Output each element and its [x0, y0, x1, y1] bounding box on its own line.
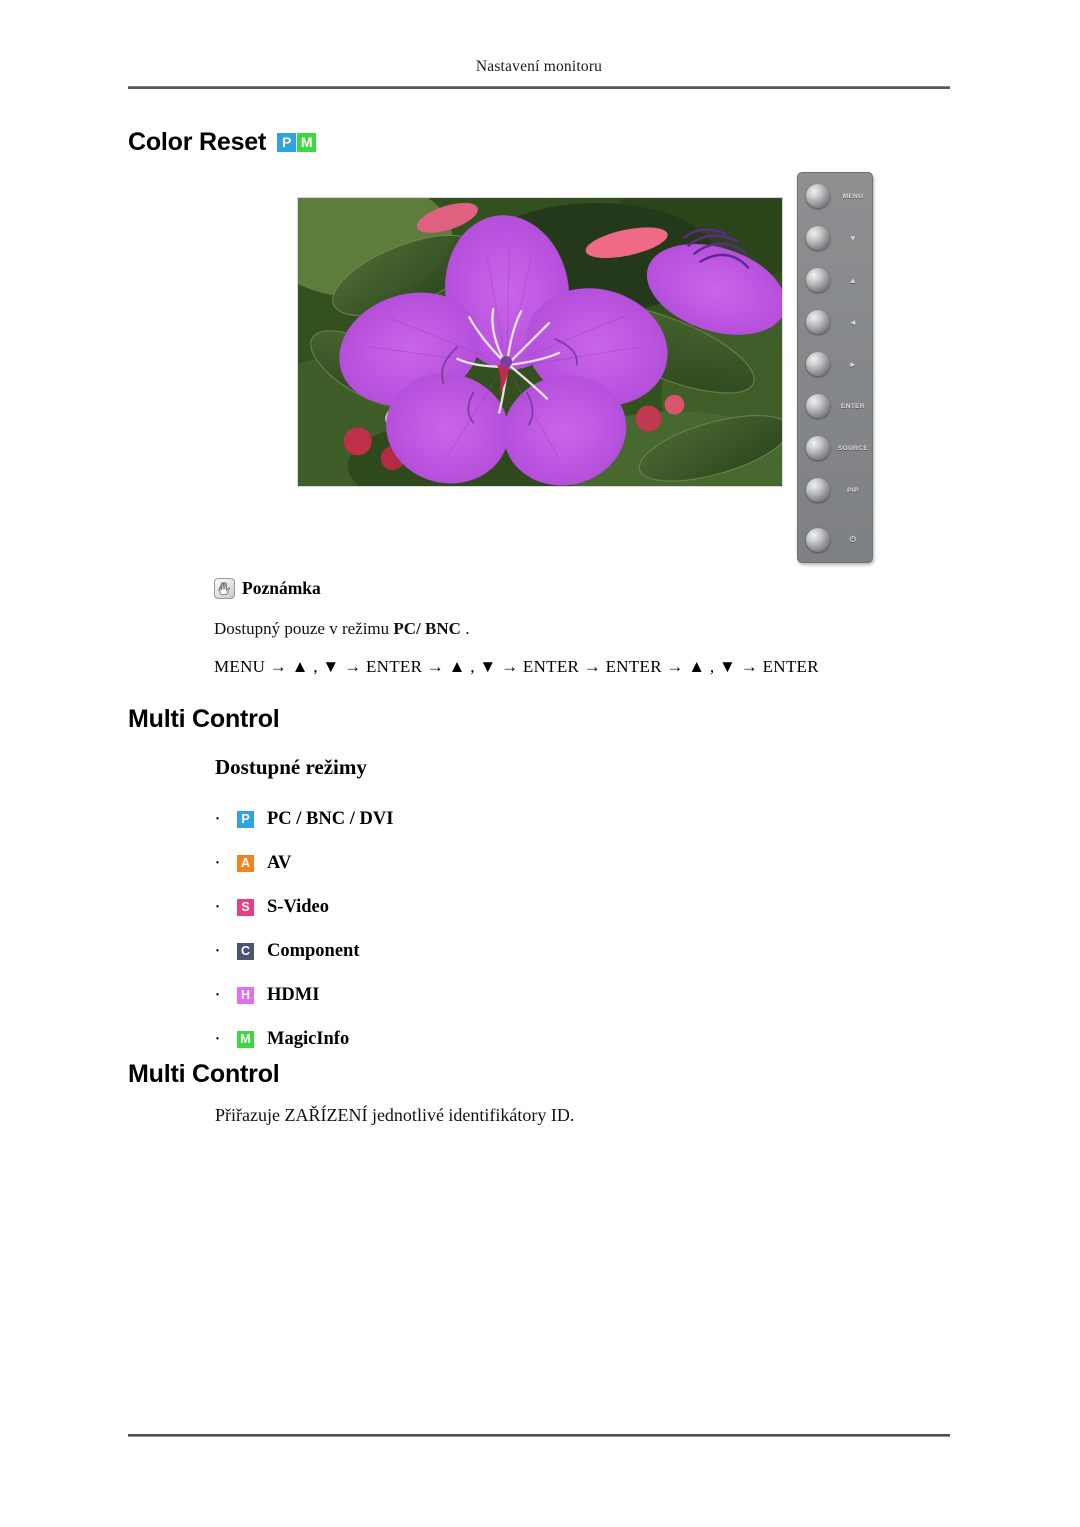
badge-av: A	[237, 854, 254, 872]
available-modes-list: · P PC / BNC / DVI · A AV · S S-Video · …	[215, 797, 393, 1061]
mode-magicinfo: · M MagicInfo	[215, 1017, 393, 1061]
panel-knob-source	[806, 436, 830, 460]
mode-label: Component	[267, 940, 360, 961]
mode-badge-wrap: M	[237, 1029, 265, 1050]
list-bullet: ·	[215, 942, 221, 959]
mode-av: · A AV	[215, 841, 393, 885]
heading-multi-control-1: Multi Control	[128, 705, 280, 734]
panel-button-left[interactable]: ◄	[798, 305, 872, 339]
panel-knob-menu	[806, 184, 830, 208]
list-bullet: ·	[215, 1030, 221, 1047]
heading-multi-control-2: Multi Control	[128, 1060, 280, 1089]
panel-button-menu[interactable]: MENU	[798, 179, 872, 213]
badge-pc: P	[277, 133, 297, 152]
panel-knob-up	[806, 268, 830, 292]
note-block: Poznámka Dostupný pouze v režimu PC/ BNC…	[214, 578, 819, 677]
panel-label-source: SOURCE	[837, 444, 869, 452]
panel-knob-enter	[806, 394, 830, 418]
header-divider	[128, 86, 950, 89]
flower-photo-graphic	[298, 198, 782, 486]
flower-photo	[297, 197, 783, 487]
panel-label-left: ◄	[848, 317, 858, 327]
mode-component: · C Component	[215, 929, 393, 973]
color-reset-badges: P M	[277, 133, 317, 152]
mode-label: MagicInfo	[267, 1028, 350, 1049]
panel-knob-power	[806, 528, 830, 552]
badge-magicinfo: M	[237, 1030, 254, 1048]
panel-button-up[interactable]: ▲	[798, 263, 872, 297]
list-bullet: ·	[215, 854, 221, 871]
panel-button-power[interactable]: ⏻	[798, 523, 872, 557]
heading-color-reset-label: Color Reset	[128, 128, 267, 156]
panel-label-down: ▼	[848, 233, 858, 243]
note-suffix: .	[460, 619, 470, 638]
badge-s-video: S	[237, 898, 254, 916]
note-label: Poznámka	[242, 578, 321, 598]
panel-label-right: ►	[848, 359, 858, 369]
panel-label-enter: ENTER	[840, 402, 866, 410]
mode-badge-wrap: H	[237, 985, 265, 1006]
heading-multi-control-2-label: Multi Control	[128, 1060, 280, 1088]
list-bullet: ·	[215, 810, 221, 827]
panel-button-enter[interactable]: ENTER	[798, 389, 872, 423]
multi-control-description: Přiřazuje ZAŘÍZENÍ jednotlivé identifiká…	[215, 1105, 575, 1125]
mode-s-video: · S S-Video	[215, 885, 393, 929]
heading-multi-control-1-label: Multi Control	[128, 705, 280, 733]
mode-label: S-Video	[267, 896, 330, 917]
panel-knob-down	[806, 226, 830, 250]
heading-color-reset: Color Reset P M	[128, 128, 317, 157]
note-prefix: Dostupný pouze v režimu	[214, 619, 394, 638]
note-header: Poznámka	[214, 578, 819, 599]
mode-label: HDMI	[267, 984, 320, 1005]
running-header: Nastavení monitoru	[475, 58, 603, 75]
badge-component: C	[237, 942, 254, 960]
panel-button-source[interactable]: SOURCE	[798, 431, 872, 465]
panel-button-pip[interactable]: PIP	[798, 473, 872, 507]
list-bullet: ·	[215, 986, 221, 1003]
note-modes: PC/ BNC	[393, 619, 461, 638]
mode-pc-bnc-dvi: · P PC / BNC / DVI	[215, 797, 393, 841]
power-icon: ⏻	[849, 535, 857, 544]
mode-badge-wrap: P	[237, 809, 265, 830]
panel-knob-left	[806, 310, 830, 334]
panel-label-pip: PIP	[847, 486, 859, 494]
mode-badge-wrap: C	[237, 941, 265, 962]
mode-label: PC / BNC / DVI	[267, 808, 394, 829]
footer-divider	[128, 1434, 950, 1437]
panel-label-up: ▲	[848, 275, 858, 285]
note-hand-icon	[214, 578, 235, 599]
mode-hdmi: · H HDMI	[215, 973, 393, 1017]
panel-knob-right	[806, 352, 830, 376]
subheading-available-modes: Dostupné režimy	[215, 755, 367, 779]
panel-button-right[interactable]: ►	[798, 347, 872, 381]
badge-pc: P	[237, 810, 254, 828]
mode-badge-wrap: A	[237, 853, 265, 874]
mode-label: AV	[267, 852, 292, 873]
badge-hdmi: H	[237, 986, 254, 1004]
monitor-control-panel: MENU ▼ ▲ ◄ ► ENTER SOURCE PIP ⏻	[797, 172, 873, 563]
note-availability-line: Dostupný pouze v režimu PC/ BNC .	[214, 619, 819, 639]
note-key-sequence: MENU → ▲ , ▼ → ENTER → ▲ , ▼ → ENTER → E…	[214, 657, 819, 676]
panel-knob-pip	[806, 478, 830, 502]
mode-badge-wrap: S	[237, 897, 265, 918]
panel-label-menu: MENU	[842, 192, 864, 200]
list-bullet: ·	[215, 898, 221, 915]
panel-button-down[interactable]: ▼	[798, 221, 872, 255]
badge-magicinfo: M	[297, 133, 317, 152]
